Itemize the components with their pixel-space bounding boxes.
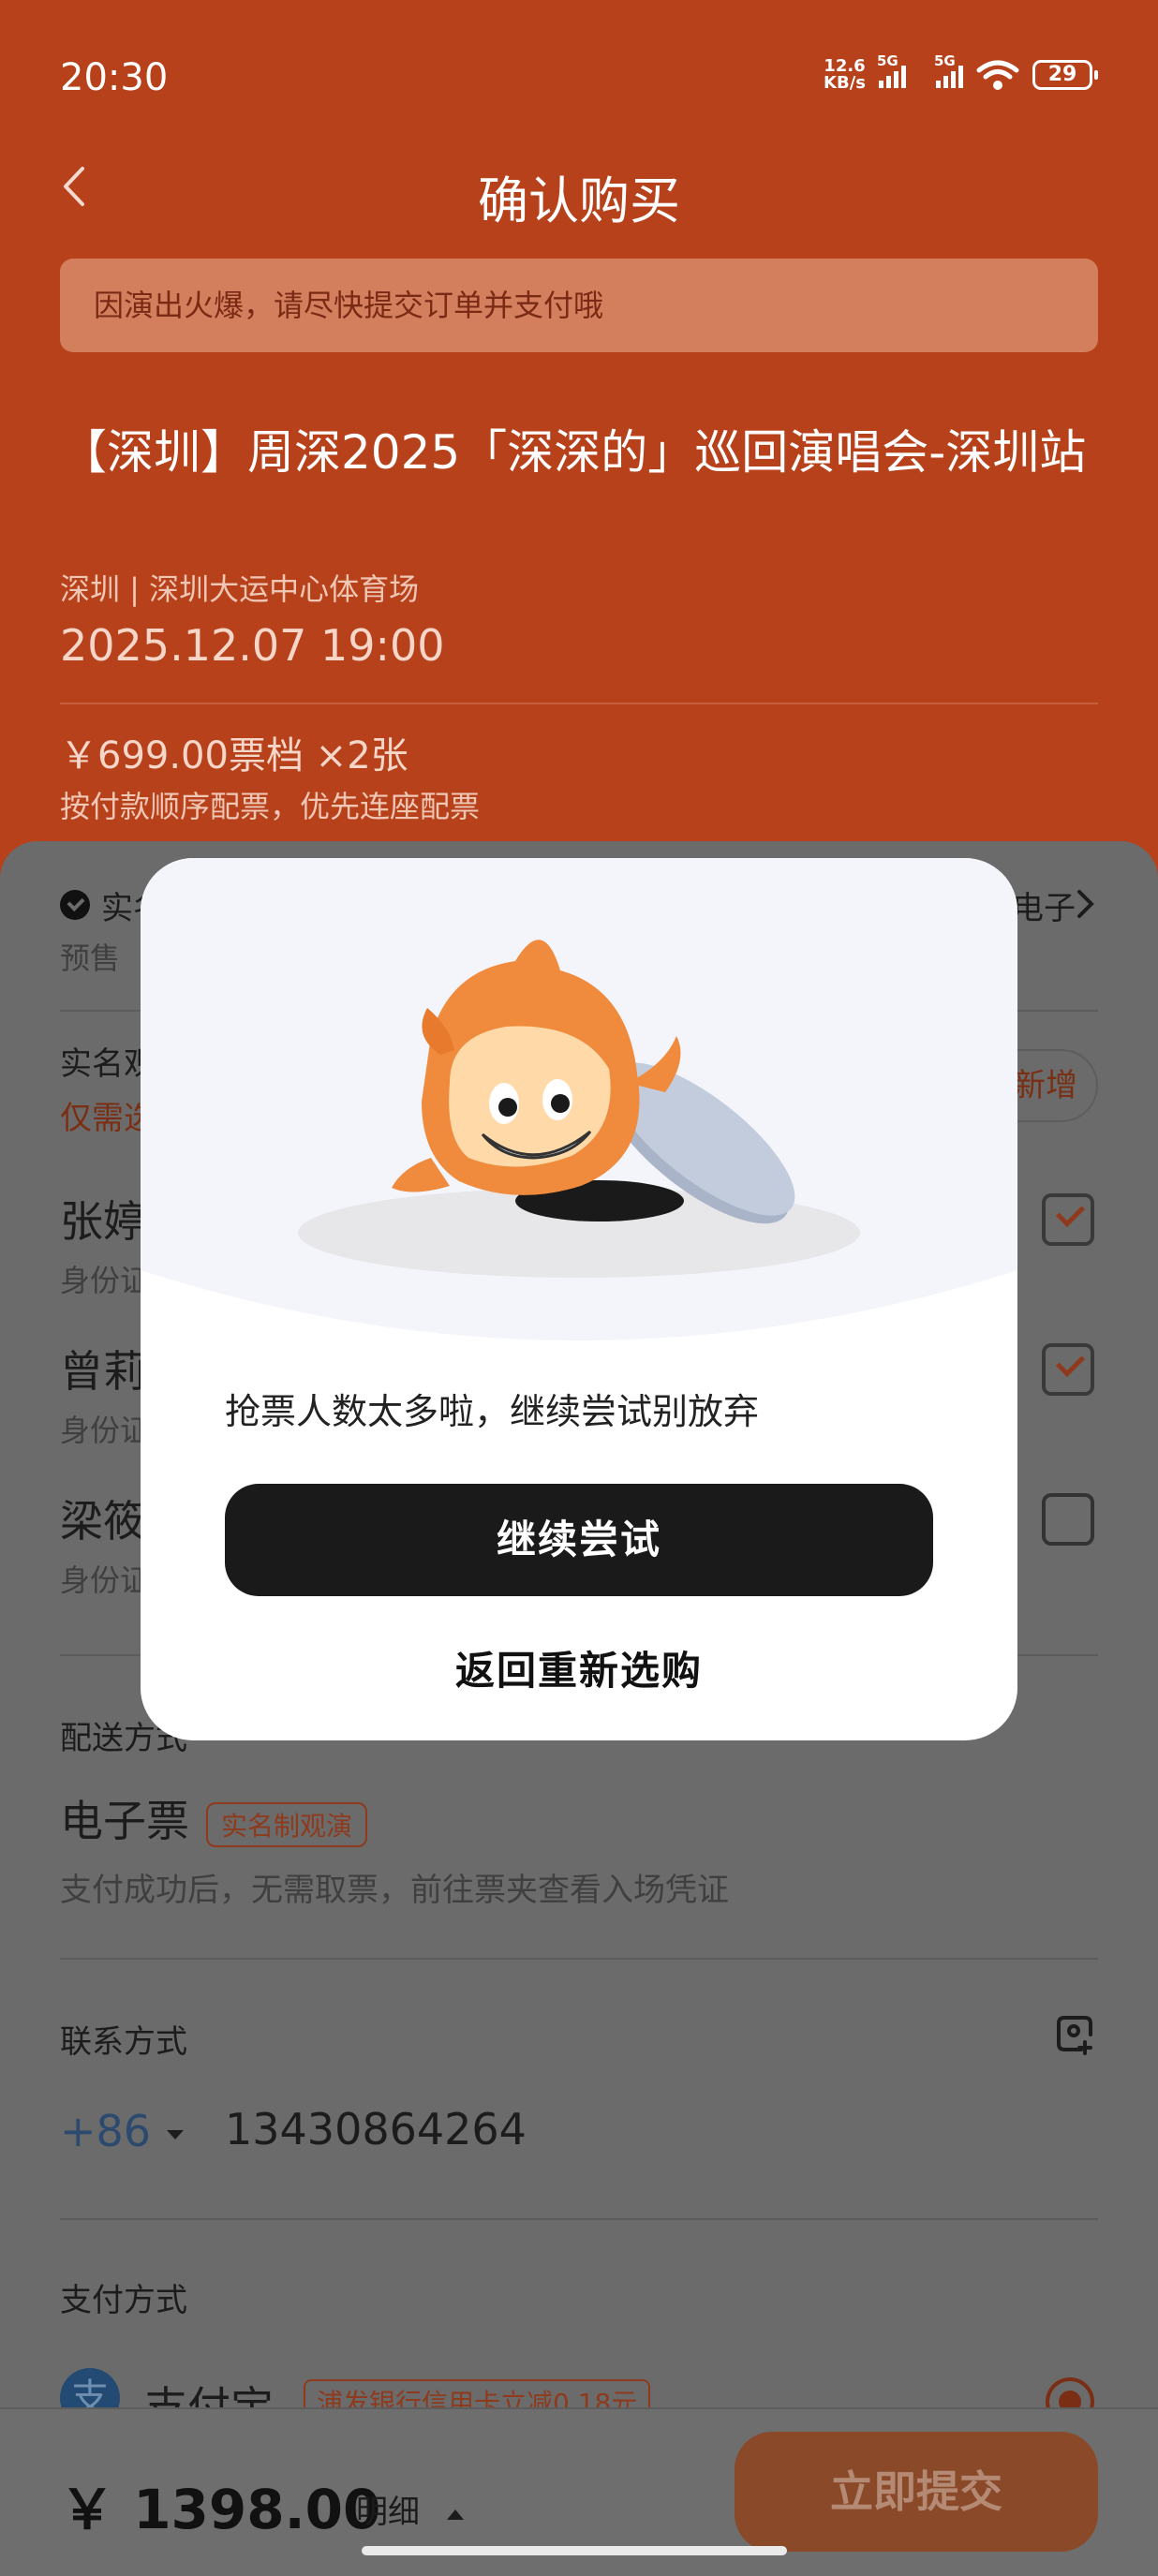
viewer-checkbox[interactable] xyxy=(1042,1343,1094,1396)
mascot-illustration xyxy=(141,858,1017,1340)
signal-icon-sim2: 5G xyxy=(934,52,963,88)
delivery-note: 支付成功后，无需取票，前往票夹查看入场凭证 xyxy=(60,1872,729,1909)
delivery-method-text: 电子票 xyxy=(60,1796,189,1846)
contact-book-icon[interactable] xyxy=(1053,2012,1098,2057)
total-price: ￥ 1398.00 xyxy=(60,2478,381,2541)
viewer-checkbox[interactable] xyxy=(1042,1493,1094,1546)
wifi-icon xyxy=(976,60,1019,90)
event-venue: 深圳 | 深圳大运中心体育场 xyxy=(60,571,420,607)
viewer-id-label: 身份证 xyxy=(60,1413,151,1448)
sim2-label: 5G xyxy=(934,52,956,69)
divider xyxy=(60,1958,1098,1960)
home-indicator[interactable] xyxy=(362,2546,787,2555)
payment-label: 支付方式 xyxy=(60,2282,187,2319)
chevron-right-icon[interactable] xyxy=(1076,888,1096,920)
dropdown-triangle-icon[interactable] xyxy=(165,2128,186,2141)
nav-bar: 确认购买 xyxy=(0,150,1158,230)
viewer-name: 梁筱 xyxy=(60,1496,146,1547)
status-icons: 12.6 KB/s 5G 5G 29 xyxy=(824,52,1098,92)
viewer-id-label: 身份证 xyxy=(60,1263,151,1298)
delivery-method: 电子票 实名制观演 xyxy=(60,1787,368,1849)
viewer-name: 曾莉 xyxy=(60,1346,146,1397)
seat-allocation-rule: 按付款顺序配票，优先连座配票 xyxy=(60,789,481,824)
retry-button[interactable]: 继续尝试 xyxy=(225,1484,933,1596)
realname-event-tag: 实名制观演 xyxy=(206,1801,368,1847)
price-detail-label: 明细 xyxy=(356,2494,420,2531)
network-speed: 12.6 KB/s xyxy=(824,58,866,92)
contact-label: 联系方式 xyxy=(60,2023,187,2061)
viewer-id-label: 身份证 xyxy=(60,1562,151,1598)
status-time: 20:30 xyxy=(60,56,169,99)
network-speed-unit: KB/s xyxy=(824,73,866,93)
event-title: 【深圳】周深2025「深深的」巡回演唱会-深圳站 xyxy=(60,425,1087,480)
status-bar: 20:30 12.6 KB/s 5G 5G 29 xyxy=(0,0,1158,159)
submit-order-button[interactable]: 立即提交 xyxy=(735,2432,1098,2552)
caret-up-icon xyxy=(446,2509,464,2520)
event-datetime: 2025.12.07 19:00 xyxy=(60,620,445,671)
sim1-label: 5G xyxy=(877,52,898,69)
divider xyxy=(60,2218,1098,2220)
phone-number[interactable]: 13430864264 xyxy=(225,2104,527,2154)
retry-dialog: 抢票人数太多啦，继续尝试别放弃 继续尝试 返回重新选购 xyxy=(141,858,1017,1740)
verified-check-icon xyxy=(60,890,90,920)
country-code-selector[interactable]: +86 xyxy=(60,2106,151,2156)
eticket-tag: 电子 xyxy=(1012,890,1076,927)
presale-label: 预售 xyxy=(60,940,121,976)
return-reselect-button[interactable]: 返回重新选购 xyxy=(141,1639,1017,1696)
divider xyxy=(60,703,1098,704)
price-detail-toggle[interactable]: 明细 xyxy=(356,2486,466,2532)
dialog-message: 抢票人数太多啦，继续尝试别放弃 xyxy=(225,1391,760,1432)
battery-icon: 29 xyxy=(1032,60,1098,90)
viewer-name: 张婷 xyxy=(60,1196,146,1247)
ticket-price-tier: ￥699.00票档 ×2张 xyxy=(60,734,408,777)
urgent-notice-banner: 因演出火爆，请尽快提交订单并支付哦 xyxy=(60,259,1098,352)
viewer-checkbox[interactable] xyxy=(1042,1193,1094,1246)
page-title: 确认购买 xyxy=(478,171,680,230)
order-header: 20:30 12.6 KB/s 5G 5G 29 确认购买 因演出火爆，请尽快提… xyxy=(0,0,1158,899)
signal-icon-sim1: 5G xyxy=(877,52,906,88)
